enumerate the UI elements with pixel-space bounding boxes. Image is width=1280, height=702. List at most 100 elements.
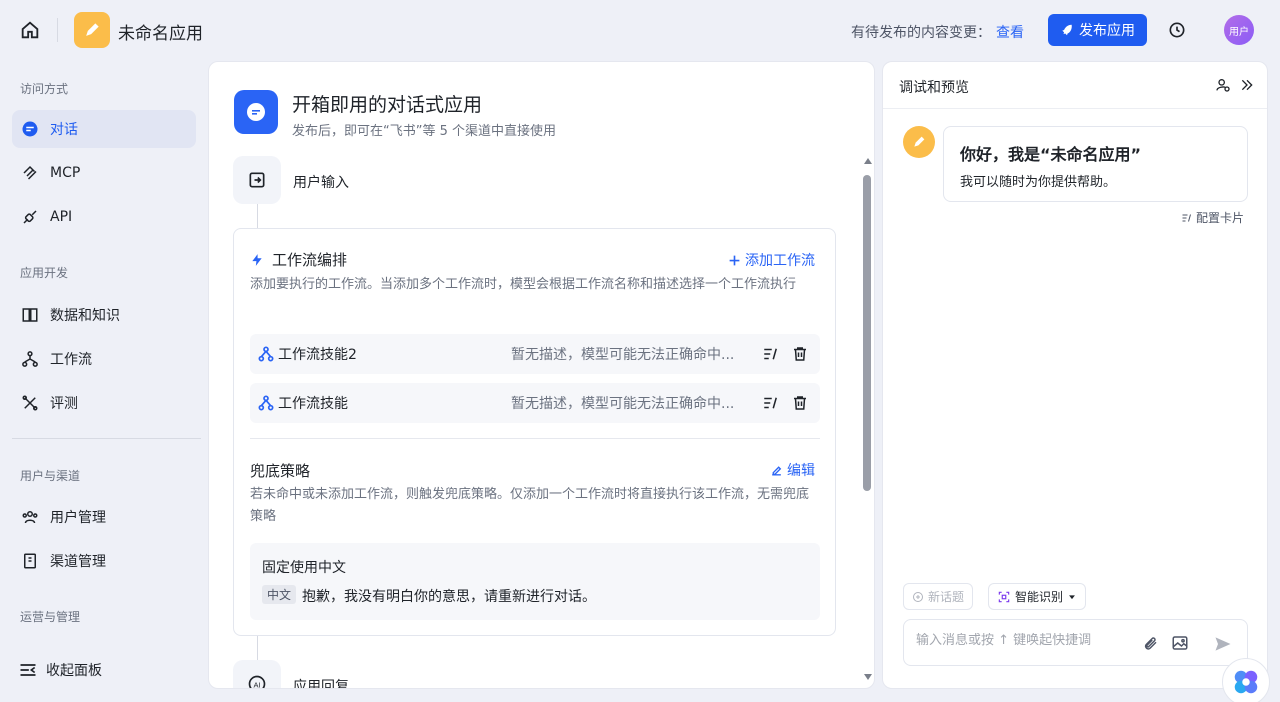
plus-icon [729, 255, 740, 265]
book-icon [20, 305, 40, 325]
history-icon[interactable] [1166, 19, 1188, 41]
lightning-icon [252, 253, 262, 266]
fallback-mode: 固定使用中文 [262, 560, 346, 576]
api-icon [20, 207, 40, 227]
edit-description-icon[interactable] [762, 345, 780, 363]
fallback-reply-text: 抱歉，我没有明白你的意思，请重新进行对话。 [302, 589, 596, 605]
view-changes-link[interactable]: 查看 [996, 22, 1024, 42]
mode-select[interactable]: 智能识别 [988, 583, 1087, 610]
scroll-thumb[interactable] [863, 175, 871, 491]
section-operations: 运营与管理 [20, 610, 81, 624]
publish-label: 发布应用 [1079, 23, 1135, 39]
config-card-label: 配置卡片 [1196, 211, 1245, 225]
chat-app-icon [234, 90, 278, 134]
fallback-title: 兜底策略 [250, 460, 310, 481]
sidebar-item-chat[interactable]: 对话 [12, 110, 196, 148]
scroll-up-arrow[interactable] [864, 158, 872, 164]
edit-fallback-button[interactable]: 编辑 [770, 460, 815, 480]
sidebar-item-api[interactable]: API [12, 198, 196, 236]
sidebar-item-users[interactable]: 用户管理 [12, 498, 196, 536]
message-composer [903, 619, 1248, 666]
delete-icon[interactable] [791, 394, 809, 412]
main-panel: 开箱即用的对话式应用 发布后，即可在“飞书”等 5 个渠道中直接使用 用户输入 … [208, 61, 875, 689]
image-icon[interactable] [1171, 634, 1189, 652]
edit-icon [772, 465, 782, 476]
workflow-title-text: 工作流编排 [272, 251, 348, 269]
send-icon[interactable] [1213, 634, 1233, 654]
collapse-right-icon[interactable] [1239, 77, 1255, 93]
header-divider [57, 18, 58, 42]
collapse-label: 收起面板 [46, 663, 102, 679]
publish-button[interactable]: 发布应用 [1048, 14, 1147, 46]
language-badge: 中文 [262, 585, 297, 604]
users-icon [20, 507, 40, 527]
pending-changes-text: 有待发布的内容变更： [851, 25, 991, 41]
channel-icon [20, 551, 40, 571]
rocket-icon [1062, 24, 1072, 36]
workflow-name: 工作流技能 [278, 396, 348, 412]
mode-label: 智能识别 [1015, 590, 1064, 604]
user-settings-icon[interactable] [1215, 77, 1231, 93]
user-input-step-label: 用户输入 [293, 175, 349, 191]
mcp-icon [20, 163, 40, 183]
workflow-desc: 暂无描述，模型可能无法正确命中... [511, 347, 735, 363]
workflow-description: 添加要执行的工作流。当添加多个工作流时，模型会根据工作流名称和描述选择一个工作流… [250, 277, 797, 292]
preview-panel: 调试和预览 你好，我是“未命名应用” 我可以随时为你提供帮助。 配置卡片 新话题… [882, 61, 1268, 689]
page-title: 开箱即用的对话式应用 [292, 94, 483, 116]
workflow-row[interactable]: 工作流技能 暂无描述，模型可能无法正确命中... [250, 383, 820, 423]
fallback-reply-box: 固定使用中文 中文 抱歉，我没有明白你的意思，请重新进行对话。 [250, 543, 820, 620]
sidebar-item-knowledge[interactable]: 数据和知识 [12, 296, 196, 334]
workflow-desc: 暂无描述，模型可能无法正确命中... [511, 396, 735, 412]
attachment-icon[interactable] [1141, 634, 1159, 652]
sidebar-item-evaluate[interactable]: 评测 [12, 384, 196, 422]
chat-icon [20, 119, 40, 139]
workflow-card-title: 工作流编排 [250, 249, 347, 270]
section-access: 访问方式 [20, 82, 69, 96]
workflow-node-icon [258, 346, 274, 362]
sidebar-item-label: 工作流 [50, 352, 92, 368]
workflow-node-icon [258, 395, 274, 411]
sidebar: 访问方式 对话 MCP API 应用开发 数据和知识 工作流 评测 用户与渠道 … [0, 60, 208, 702]
user-avatar[interactable]: 用户 [1224, 15, 1254, 45]
new-topic-label: 新话题 [928, 590, 965, 604]
top-bar: 未命名应用 有待发布的内容变更： 查看 发布应用 用户 [0, 0, 1280, 60]
scan-icon [998, 591, 1010, 602]
list-edit-icon [1182, 213, 1191, 222]
message-input[interactable] [916, 633, 1136, 648]
ai-reply-step-icon: AI [233, 660, 281, 689]
svg-text:AI: AI [253, 680, 260, 689]
plus-circle-icon [913, 591, 923, 602]
page-subtitle: 发布后，即可在“飞书”等 5 个渠道中直接使用 [292, 124, 557, 139]
home-icon[interactable] [18, 18, 42, 42]
sidebar-item-label: 渠道管理 [50, 554, 106, 570]
workflow-name: 工作流技能2 [278, 347, 357, 363]
evaluate-icon [20, 393, 40, 413]
sidebar-item-label: 对话 [50, 122, 78, 138]
section-users: 用户与渠道 [20, 469, 81, 483]
add-workflow-button[interactable]: 添加工作流 [728, 250, 815, 270]
new-topic-button[interactable]: 新话题 [903, 583, 974, 610]
main-scrollbar[interactable] [862, 158, 872, 680]
assistant-float-icon[interactable] [1222, 658, 1270, 702]
sidebar-item-workflow[interactable]: 工作流 [12, 340, 196, 378]
greeting-text: 我可以随时为你提供帮助。 [960, 175, 1117, 190]
collapse-panel-button[interactable]: 收起面板 [18, 660, 102, 680]
greeting-bubble: 你好，我是“未命名应用” 我可以随时为你提供帮助。 [943, 126, 1248, 202]
sidebar-item-mcp[interactable]: MCP [12, 154, 196, 192]
caret-down-icon [1069, 594, 1075, 599]
workflow-row[interactable]: 工作流技能2 暂无描述，模型可能无法正确命中... [250, 334, 820, 374]
sidebar-item-label: 用户管理 [50, 510, 106, 526]
delete-icon[interactable] [791, 345, 809, 363]
ai-reply-step-label: 应用回复 [293, 679, 349, 689]
app-logo [74, 12, 110, 48]
fallback-title-text: 兜底策略 [250, 462, 311, 480]
edit-description-icon[interactable] [762, 394, 780, 412]
config-card-button[interactable]: 配置卡片 [1181, 209, 1244, 226]
scroll-down-arrow[interactable] [864, 674, 872, 680]
sidebar-item-channels[interactable]: 渠道管理 [12, 542, 196, 580]
sidebar-item-label: MCP [50, 165, 81, 181]
preview-header: 调试和预览 [883, 62, 1267, 109]
edit-label: 编辑 [787, 463, 815, 479]
app-name[interactable]: 未命名应用 [118, 19, 203, 44]
user-input-step-icon [233, 156, 281, 204]
